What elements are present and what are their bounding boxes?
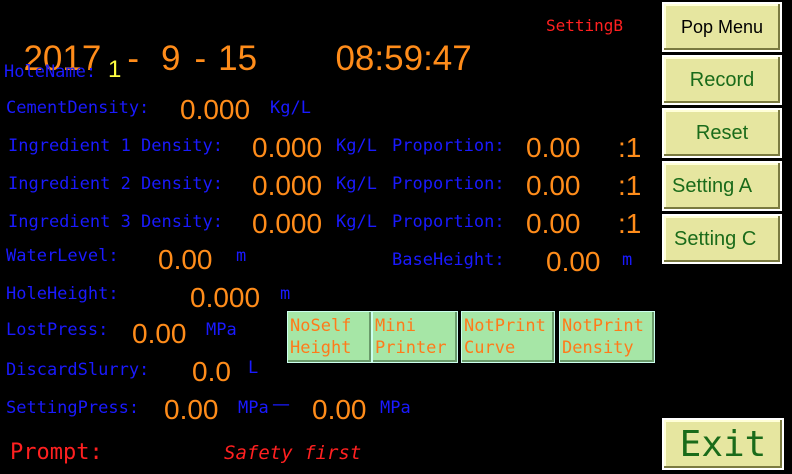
ingredient-1-value[interactable]: 0.000 <box>252 134 322 162</box>
not-print-density-toggle[interactable]: NotPrint Density <box>559 311 655 363</box>
water-level-label: WaterLevel: <box>6 246 119 266</box>
setting-press-dash: — <box>272 394 290 415</box>
ingredient-1-proportion-label: Proportion: <box>392 136 505 156</box>
setting-c-label: Setting C <box>674 227 757 250</box>
hole-name-label: HoleName: <box>4 62 97 82</box>
discard-slurry-value[interactable]: 0.0 <box>192 358 231 386</box>
exit-button[interactable]: Exit <box>662 418 784 470</box>
mini-printer-toggle[interactable]: Mini Printer <box>372 311 458 363</box>
reset-button[interactable]: Reset <box>662 108 782 158</box>
toggle-line1: NotPrint <box>464 316 546 336</box>
date-sep-2: - <box>194 39 207 78</box>
ingredient-3-value[interactable]: 0.000 <box>252 210 322 238</box>
base-height-unit: m <box>622 250 633 270</box>
setting-press-unit-1: MPa <box>238 398 269 418</box>
ingredient-1-label: Ingredient 1 Density: <box>8 136 223 156</box>
prompt-message: Safety first <box>224 442 362 464</box>
record-button[interactable]: Record <box>662 55 782 105</box>
ingredient-2-label: Ingredient 2 Density: <box>8 174 223 194</box>
setting-press-label: SettingPress: <box>6 398 140 418</box>
ingredient-1-proportion[interactable]: 0.00 <box>526 134 581 162</box>
toggle-line1: NotPrint <box>562 316 644 336</box>
ingredient-2-unit: Kg/L <box>336 174 377 194</box>
time-sep-2: : <box>423 39 433 78</box>
base-height-label: BaseHeight: <box>392 250 505 270</box>
hole-height-unit: m <box>280 284 291 304</box>
setting-a-label: Setting A <box>672 174 753 197</box>
mode-indicator: SettingB <box>546 16 624 35</box>
ingredient-3-label: Ingredient 3 Density: <box>8 212 223 232</box>
base-height-value[interactable]: 0.00 <box>546 248 601 276</box>
ingredient-2-proportion[interactable]: 0.00 <box>526 172 581 200</box>
date-sep-1: - <box>127 39 139 78</box>
ingredient-3-proportion[interactable]: 0.00 <box>526 210 581 238</box>
pop-menu-button[interactable]: Pop Menu <box>662 2 782 52</box>
toggle-line2: Printer <box>375 338 447 358</box>
ingredient-2-ratio: :1 <box>618 170 642 201</box>
discard-slurry-label: DiscardSlurry: <box>6 360 150 380</box>
setting-press-value-2[interactable]: 0.00 <box>312 396 367 424</box>
ingredient-3-proportion-label: Proportion: <box>392 212 505 232</box>
record-label: Record <box>689 68 755 91</box>
ingredient-1-unit: Kg/L <box>336 136 377 156</box>
setting-press-value-1[interactable]: 0.00 <box>164 396 219 424</box>
setting-c-button[interactable]: Setting C <box>662 214 782 264</box>
toggle-line2: Curve <box>464 338 516 358</box>
cement-density-value[interactable]: 0.000 <box>180 96 250 124</box>
lost-press-value[interactable]: 0.00 <box>132 320 187 348</box>
no-self-height-toggle[interactable]: NoSelf Height <box>287 311 372 363</box>
toggle-line2: Density <box>562 338 634 358</box>
lost-press-label: LostPress: <box>6 320 109 340</box>
cement-density-unit: Kg/L <box>270 98 311 118</box>
time-sep-1: : <box>374 39 385 78</box>
ingredient-3-unit: Kg/L <box>336 212 377 232</box>
setting-a-button[interactable]: Setting A <box>662 161 782 211</box>
cement-density-label: CementDensity: <box>6 98 150 118</box>
toggle-line1: Mini <box>375 316 416 336</box>
not-print-curve-toggle[interactable]: NotPrint Curve <box>461 311 555 363</box>
time-display: 08:59:47 <box>316 6 472 78</box>
water-level-value[interactable]: 0.00 <box>158 246 213 274</box>
toggle-line2: Height <box>290 338 352 358</box>
lost-press-unit: MPa <box>206 320 237 340</box>
toggle-line1: NoSelf <box>290 316 352 336</box>
ingredient-1-ratio: :1 <box>618 132 642 163</box>
date-day: 15 <box>218 39 258 78</box>
ingredient-3-ratio: :1 <box>618 208 642 239</box>
time-second: 47 <box>432 39 472 78</box>
hole-name-value[interactable]: 1 <box>108 58 121 82</box>
reset-label: Reset <box>695 121 749 144</box>
water-level-unit: m <box>236 246 247 266</box>
hole-height-label: HoleHeight: <box>6 284 119 304</box>
discard-slurry-unit: L <box>248 358 259 378</box>
ingredient-2-proportion-label: Proportion: <box>392 174 505 194</box>
ingredient-2-value[interactable]: 0.000 <box>252 172 322 200</box>
setting-press-unit-2: MPa <box>380 398 411 418</box>
hole-height-value[interactable]: 0.000 <box>190 284 260 312</box>
time-minute: 59 <box>384 39 424 78</box>
time-hour: 08 <box>335 39 375 78</box>
date-month: 9 <box>160 39 181 78</box>
pop-menu-label: Pop Menu <box>680 16 764 37</box>
prompt-label: Prompt: <box>10 440 103 465</box>
exit-label: Exit <box>679 423 767 465</box>
